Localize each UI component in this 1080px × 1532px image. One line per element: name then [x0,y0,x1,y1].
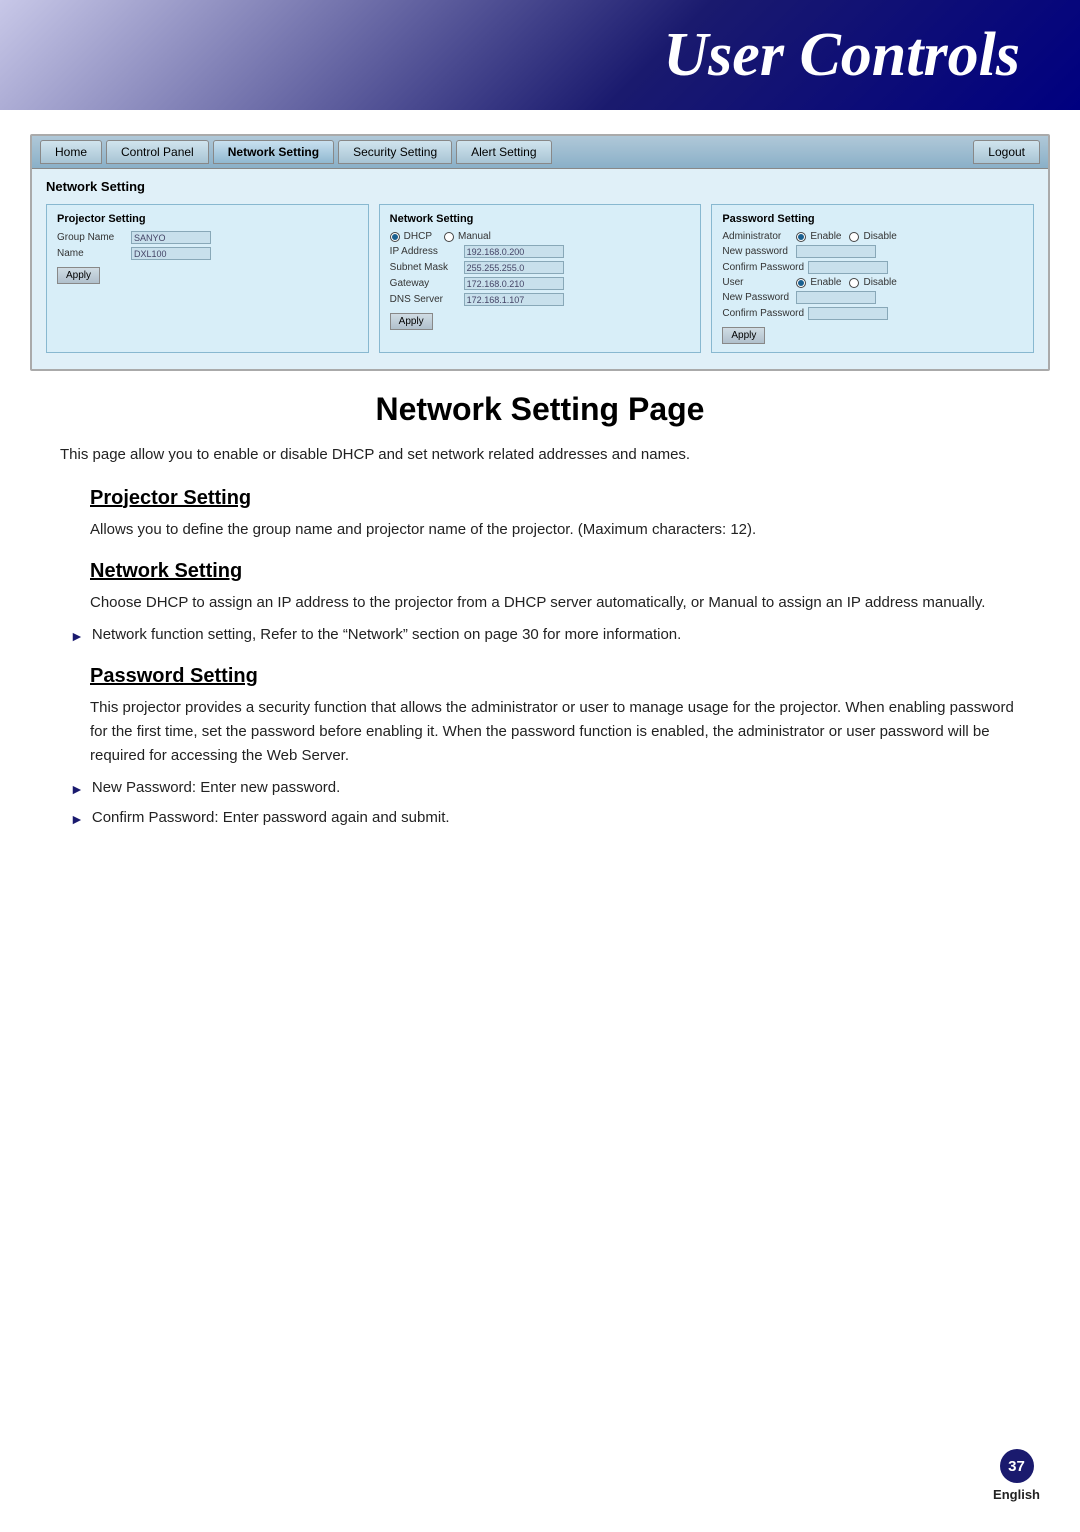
user-label: User [722,277,792,288]
user-enable-label: Enable [810,277,841,288]
web-interface-screenshot: Home Control Panel Network Setting Secur… [30,134,1050,371]
bullet-arrow-icon: ► [70,625,84,647]
nav-tab-alert-setting[interactable]: Alert Setting [456,140,551,164]
network-setting-section: Network Setting Choose DHCP to assign an… [60,560,1020,647]
network-apply-button[interactable]: Apply [390,313,433,330]
password-bullet-2-text: Confirm Password: Enter password again a… [92,806,450,830]
nav-tab-security-setting[interactable]: Security Setting [338,140,452,164]
page-number-container: 37 English [993,1449,1040,1502]
page-content: Network Setting Page This page allow you… [0,391,1080,909]
projector-setting-text: Allows you to define the group name and … [60,518,1020,542]
new-pw-row: New password [722,245,1023,258]
confirm-pw-label: Confirm Password [722,262,804,273]
password-bullet-1-text: New Password: Enter new password. [92,776,340,800]
user-confirm-pw-label: Confirm Password [722,308,804,319]
password-panel: Password Setting Administrator Enable Di… [711,204,1034,353]
password-setting-text: This projector provides a security funct… [60,696,1020,768]
projector-setting-section: Projector Setting Allows you to define t… [60,487,1020,542]
admin-row: Administrator Enable Disable [722,231,1023,242]
nav-bar: Home Control Panel Network Setting Secur… [32,136,1048,169]
page-header: User Controls [0,0,1080,110]
user-new-pw-label: New Password [722,292,792,303]
subnet-row: Subnet Mask [390,261,691,274]
web-panels: Projector Setting Group Name Name Apply … [46,204,1034,353]
user-row: User Enable Disable [722,277,1023,288]
group-name-input[interactable] [131,231,211,244]
projector-panel-title: Projector Setting [57,213,358,225]
user-new-pw-input[interactable] [796,291,876,304]
password-setting-heading: Password Setting [60,665,1020,688]
section-intro: This page allow you to enable or disable… [60,444,1020,467]
network-panel-title: Network Setting [390,213,691,225]
gateway-row: Gateway [390,277,691,290]
network-setting-heading: Network Setting [60,560,1020,583]
user-enable-radio[interactable] [796,278,806,288]
admin-label: Administrator [722,231,792,242]
subnet-label: Subnet Mask [390,262,460,273]
admin-disable-label: Disable [863,231,896,242]
dns-label: DNS Server [390,294,460,305]
confirm-pw-row: Confirm Password [722,261,1023,274]
name-input[interactable] [131,247,211,260]
user-new-pw-row: New Password [722,291,1023,304]
dhcp-label: DHCP [404,231,432,242]
user-confirm-pw-input[interactable] [808,307,888,320]
new-pw-input[interactable] [796,245,876,258]
nav-tab-control-panel[interactable]: Control Panel [106,140,209,164]
projector-setting-heading: Projector Setting [60,487,1020,510]
web-section-title: Network Setting [46,179,1034,194]
main-section-title: Network Setting Page [60,391,1020,428]
confirm-pw-input[interactable] [808,261,888,274]
group-name-label: Group Name [57,232,127,243]
password-apply-button[interactable]: Apply [722,327,765,344]
dhcp-row: DHCP Manual [390,231,691,242]
nav-tab-home[interactable]: Home [40,140,102,164]
bullet-arrow-icon-1: ► [70,778,84,800]
page-language: English [993,1487,1040,1502]
group-name-row: Group Name [57,231,358,244]
nav-tab-network-setting[interactable]: Network Setting [213,140,334,164]
name-label: Name [57,248,127,259]
gateway-input[interactable] [464,277,564,290]
admin-disable-radio[interactable] [849,232,859,242]
password-bullet-1: ► New Password: Enter new password. [70,776,1020,800]
name-row: Name [57,247,358,260]
dhcp-radio[interactable] [390,232,400,242]
network-panel: Network Setting DHCP Manual IP Address S… [379,204,702,353]
projector-apply-button[interactable]: Apply [57,267,100,284]
projector-panel: Projector Setting Group Name Name Apply [46,204,369,353]
manual-label: Manual [458,231,491,242]
network-bullet-text: Network function setting, Refer to the “… [92,623,681,647]
ip-label: IP Address [390,246,460,257]
ip-row: IP Address [390,245,691,258]
network-setting-text: Choose DHCP to assign an IP address to t… [60,591,1020,615]
new-pw-label: New password [722,246,792,257]
password-bullet-2: ► Confirm Password: Enter password again… [70,806,1020,830]
user-disable-label: Disable [863,277,896,288]
page-number: 37 [1000,1449,1034,1483]
ip-input[interactable] [464,245,564,258]
password-panel-title: Password Setting [722,213,1023,225]
dns-row: DNS Server [390,293,691,306]
manual-radio[interactable] [444,232,454,242]
dns-input[interactable] [464,293,564,306]
page-title: User Controls [663,20,1020,91]
gateway-label: Gateway [390,278,460,289]
nav-tab-logout[interactable]: Logout [973,140,1040,164]
web-content: Network Setting Projector Setting Group … [32,169,1048,369]
admin-enable-label: Enable [810,231,841,242]
bullet-arrow-icon-2: ► [70,808,84,830]
password-setting-section: Password Setting This projector provides… [60,665,1020,831]
user-disable-radio[interactable] [849,278,859,288]
network-bullet: ► Network function setting, Refer to the… [70,623,1020,647]
user-confirm-pw-row: Confirm Password [722,307,1023,320]
subnet-input[interactable] [464,261,564,274]
admin-enable-radio[interactable] [796,232,806,242]
